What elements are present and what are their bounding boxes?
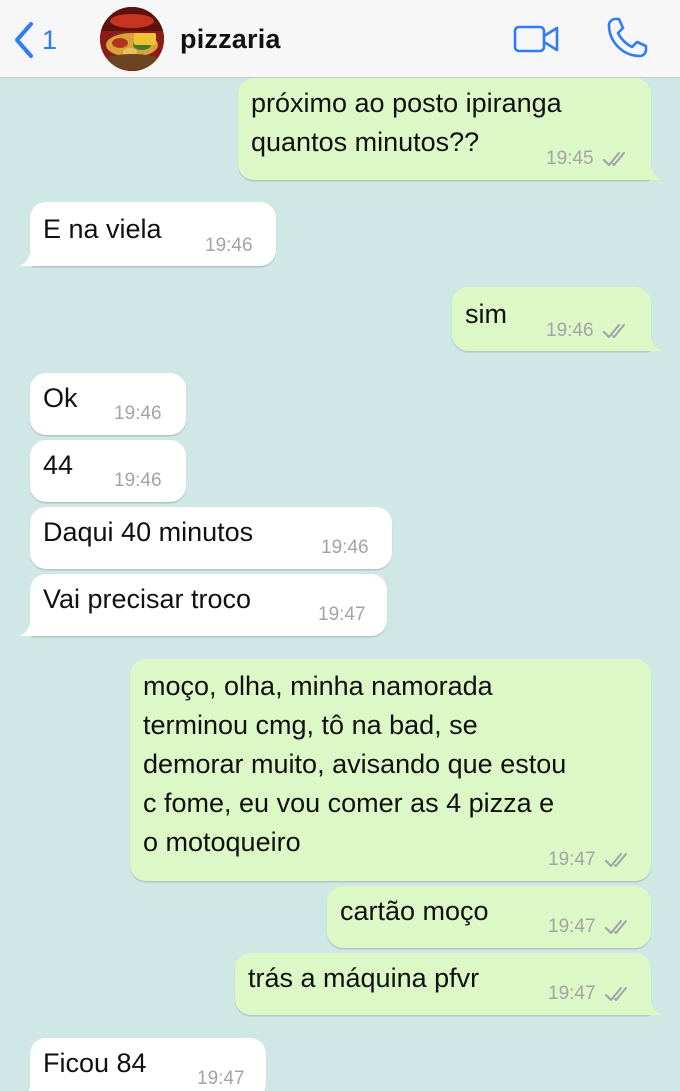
message-text: Ok <box>43 383 78 413</box>
message-timestamp: 19:46 <box>114 470 162 491</box>
bubble-tail <box>19 614 41 636</box>
message-text: Vai precisar troco <box>43 584 252 614</box>
outgoing-message[interactable]: sim 19:46 <box>452 287 662 351</box>
bubble-tail <box>640 993 662 1015</box>
back-button[interactable]: 1 <box>12 20 57 60</box>
outgoing-message[interactable]: trás a máquina pfvr 19:47 <box>235 953 662 1015</box>
bubble-tail <box>640 158 662 180</box>
message-timestamp: 19:46 <box>205 235 253 256</box>
message-timestamp: 19:46 <box>546 320 594 341</box>
video-camera-icon <box>513 25 559 53</box>
phone-icon <box>607 17 648 58</box>
incoming-message[interactable]: 44 19:46 <box>30 440 186 502</box>
message-text: trás a máquina pfvr <box>248 963 480 993</box>
double-check-icon <box>603 152 625 166</box>
double-check-icon <box>605 920 627 934</box>
chat-title[interactable]: pizzaria <box>180 24 281 55</box>
bubble-tail <box>19 244 41 266</box>
message-text: sim <box>465 299 507 329</box>
message-timestamp: 19:46 <box>114 403 162 424</box>
incoming-message[interactable]: Ok 19:46 <box>30 373 186 435</box>
double-check-icon <box>603 324 625 338</box>
bubble-tail <box>28 1078 41 1091</box>
unread-count: 1 <box>42 24 58 55</box>
outgoing-message[interactable]: moço, olha, minha namorada terminou cmg,… <box>130 659 651 881</box>
double-check-icon <box>605 987 627 1001</box>
voice-call-button[interactable] <box>604 15 650 66</box>
message-timestamp: 19:47 <box>548 916 596 937</box>
double-check-icon <box>605 853 627 867</box>
video-call-button[interactable] <box>512 22 560 61</box>
message-text: Daqui 40 minutos <box>43 517 254 547</box>
chevron-left-icon <box>15 22 33 58</box>
message-timestamp: 19:47 <box>197 1068 245 1089</box>
message-text: próximo ao posto ipiranga quantos minuto… <box>251 88 562 157</box>
message-text: cartão moço <box>340 896 489 926</box>
message-timestamp: 19:47 <box>548 983 596 1004</box>
avatar[interactable] <box>100 7 164 71</box>
message-timestamp: 19:47 <box>548 849 596 870</box>
incoming-message[interactable]: Vai precisar troco 19:47 <box>19 574 387 636</box>
incoming-message[interactable]: Daqui 40 minutos 19:46 <box>30 507 392 569</box>
incoming-message[interactable]: E na viela 19:46 <box>19 202 276 266</box>
pizza-logo-image <box>100 7 164 71</box>
message-text: Ficou 84 <box>43 1048 147 1078</box>
message-list[interactable]: próximo ao posto ipiranga quantos minuto… <box>0 78 680 1091</box>
chat-header: 1 pizzaria <box>0 0 680 78</box>
outgoing-message[interactable]: próximo ao posto ipiranga quantos minuto… <box>238 78 662 180</box>
message-text: E na viela <box>43 214 162 244</box>
message-timestamp: 19:47 <box>318 604 366 625</box>
incoming-message[interactable]: Ficou 84 19:47 <box>28 1038 266 1091</box>
bubble-tail <box>640 329 662 351</box>
message-text: moço, olha, minha namorada terminou cmg,… <box>143 671 567 857</box>
message-timestamp: 19:46 <box>321 537 369 558</box>
message-text: 44 <box>43 450 74 480</box>
outgoing-message[interactable]: cartão moço 19:47 <box>327 886 651 948</box>
message-timestamp: 19:45 <box>546 148 594 169</box>
